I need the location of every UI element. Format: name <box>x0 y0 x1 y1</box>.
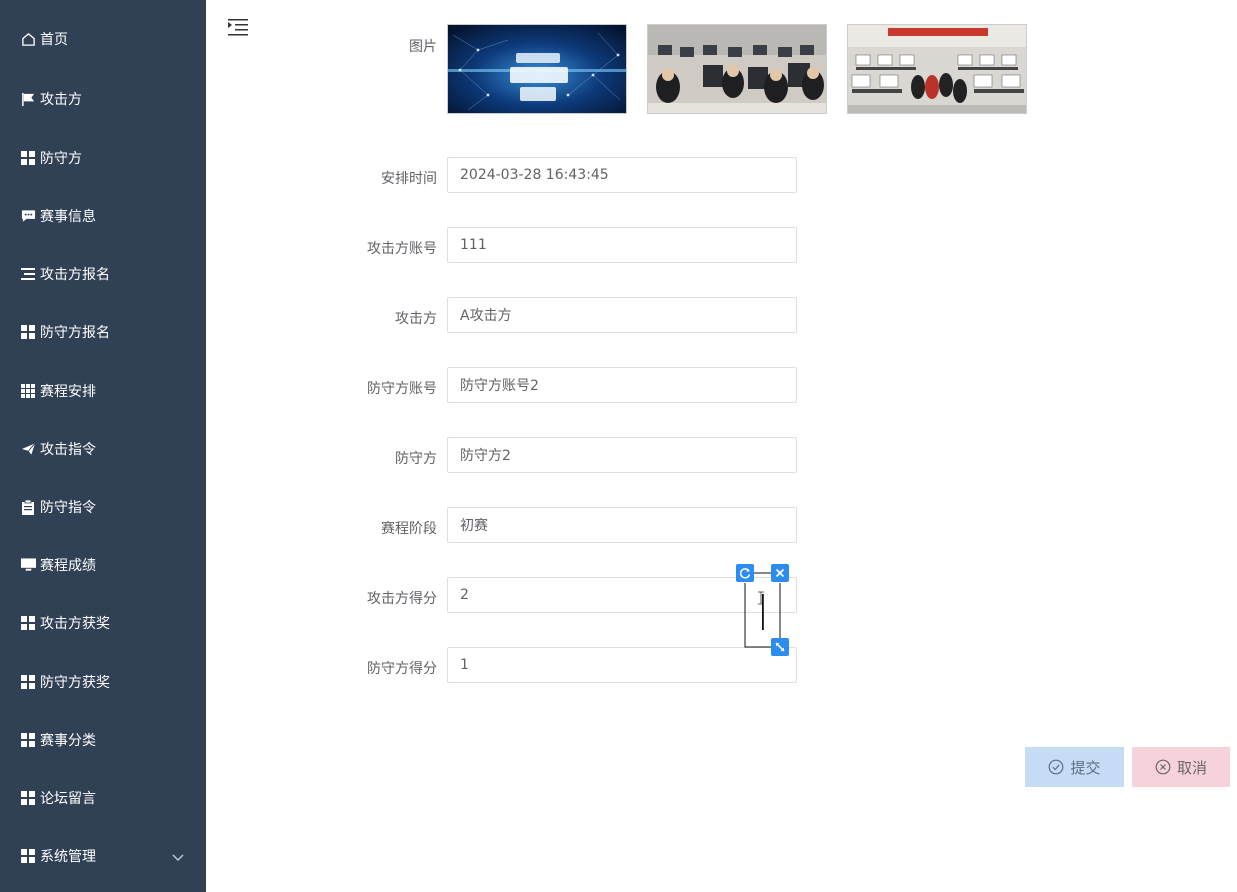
sidebar-item-label: 首页 <box>40 32 68 48</box>
defender-account-input[interactable] <box>447 367 797 403</box>
sidebar: 首页 攻击方 防守方 赛事信息 攻击方报名 防守方报名 赛程安排 攻击指令 防守… <box>0 0 206 892</box>
sidebar-item-label: 防守方报名 <box>40 325 110 341</box>
sidebar-item-label: 赛程成绩 <box>40 558 96 574</box>
sidebar-item-home[interactable]: 首页 <box>0 19 206 59</box>
image-thumbnail-2[interactable] <box>647 24 827 114</box>
defender-input[interactable] <box>447 437 797 473</box>
cancel-button[interactable]: 取消 <box>1132 747 1230 787</box>
sidebar-item-attacker-signup[interactable]: 攻击方报名 <box>0 254 206 294</box>
sidebar-item-label: 攻击指令 <box>40 442 96 458</box>
grid-icon <box>20 324 36 340</box>
close-circle-icon <box>1155 759 1171 775</box>
field-label-defender-account: 防守方账号 <box>367 381 437 397</box>
chevron-down-icon[interactable] <box>172 850 184 866</box>
sidebar-item-scores[interactable]: 赛程成绩 <box>0 545 206 585</box>
home-icon <box>20 31 36 47</box>
submit-label: 提交 <box>1070 758 1101 777</box>
sidebar-item-attacker[interactable]: 攻击方 <box>0 79 206 119</box>
send-icon <box>20 441 36 457</box>
sidebar-item-system-management[interactable]: 系统管理 <box>0 836 206 876</box>
schedule-time-input[interactable] <box>447 157 797 193</box>
sidebar-item-label: 论坛留言 <box>40 791 96 807</box>
image-thumbnail-3[interactable] <box>847 24 1027 114</box>
grid-icon <box>20 150 36 166</box>
sidebar-item-event-info[interactable]: 赛事信息 <box>0 196 206 236</box>
attacker-account-input[interactable] <box>447 227 797 263</box>
field-label-attacker-account: 攻击方账号 <box>367 241 437 257</box>
sidebar-item-defender-awards[interactable]: 防守方获奖 <box>0 662 206 702</box>
field-label-stage: 赛程阶段 <box>381 521 437 537</box>
monitor-icon <box>20 557 36 573</box>
field-label-attacker: 攻击方 <box>395 311 437 327</box>
chat-icon <box>20 208 36 224</box>
defender-score-input[interactable] <box>447 647 797 683</box>
menu-collapse-icon[interactable] <box>227 17 249 37</box>
attacker-score-input[interactable] <box>447 577 797 613</box>
sidebar-item-attacker-awards[interactable]: 攻击方获奖 <box>0 603 206 643</box>
close-icon[interactable] <box>771 564 789 582</box>
table-icon <box>20 383 36 399</box>
stage-input[interactable] <box>447 507 797 543</box>
rotate-icon[interactable] <box>736 564 754 582</box>
sidebar-item-label: 攻击方获奖 <box>40 616 110 632</box>
sidebar-item-schedule[interactable]: 赛程安排 <box>0 371 206 411</box>
sidebar-item-label: 攻击方 <box>40 92 82 108</box>
grid-icon <box>20 848 36 864</box>
sidebar-item-label: 防守方 <box>40 151 82 167</box>
image-thumbnail-1[interactable] <box>447 24 627 114</box>
sidebar-item-label: 攻击方报名 <box>40 267 110 283</box>
grid-icon <box>20 615 36 631</box>
sidebar-item-label: 系统管理 <box>40 849 96 865</box>
field-label-defender-score: 防守方得分 <box>367 661 437 677</box>
check-circle-icon <box>1048 759 1064 775</box>
attacker-input[interactable] <box>447 297 797 333</box>
clipboard-icon <box>20 499 36 515</box>
sidebar-item-defender[interactable]: 防守方 <box>0 138 206 178</box>
sidebar-item-defender-signup[interactable]: 防守方报名 <box>0 312 206 352</box>
grid-icon <box>20 790 36 806</box>
resize-icon[interactable] <box>771 638 789 656</box>
sidebar-item-label: 赛事分类 <box>40 733 96 749</box>
sidebar-item-label: 赛程安排 <box>40 384 96 400</box>
grid-icon <box>20 674 36 690</box>
field-label-defender: 防守方 <box>395 451 437 467</box>
field-label-schedule-time: 安排时间 <box>381 171 437 187</box>
cancel-label: 取消 <box>1176 758 1207 777</box>
image-label: 图片 <box>409 39 437 55</box>
sidebar-item-defense-command[interactable]: 防守指令 <box>0 487 206 527</box>
list-icon <box>20 266 36 282</box>
sidebar-item-label: 防守方获奖 <box>40 675 110 691</box>
grid-icon <box>20 732 36 748</box>
sidebar-item-event-category[interactable]: 赛事分类 <box>0 720 206 760</box>
flag-icon <box>20 91 36 107</box>
field-label-attacker-score: 攻击方得分 <box>367 591 437 607</box>
sidebar-item-label: 赛事信息 <box>40 209 96 225</box>
sidebar-item-forum[interactable]: 论坛留言 <box>0 778 206 818</box>
sidebar-item-label: 防守指令 <box>40 500 96 516</box>
submit-button[interactable]: 提交 <box>1025 747 1124 787</box>
sidebar-item-attack-command[interactable]: 攻击指令 <box>0 429 206 469</box>
